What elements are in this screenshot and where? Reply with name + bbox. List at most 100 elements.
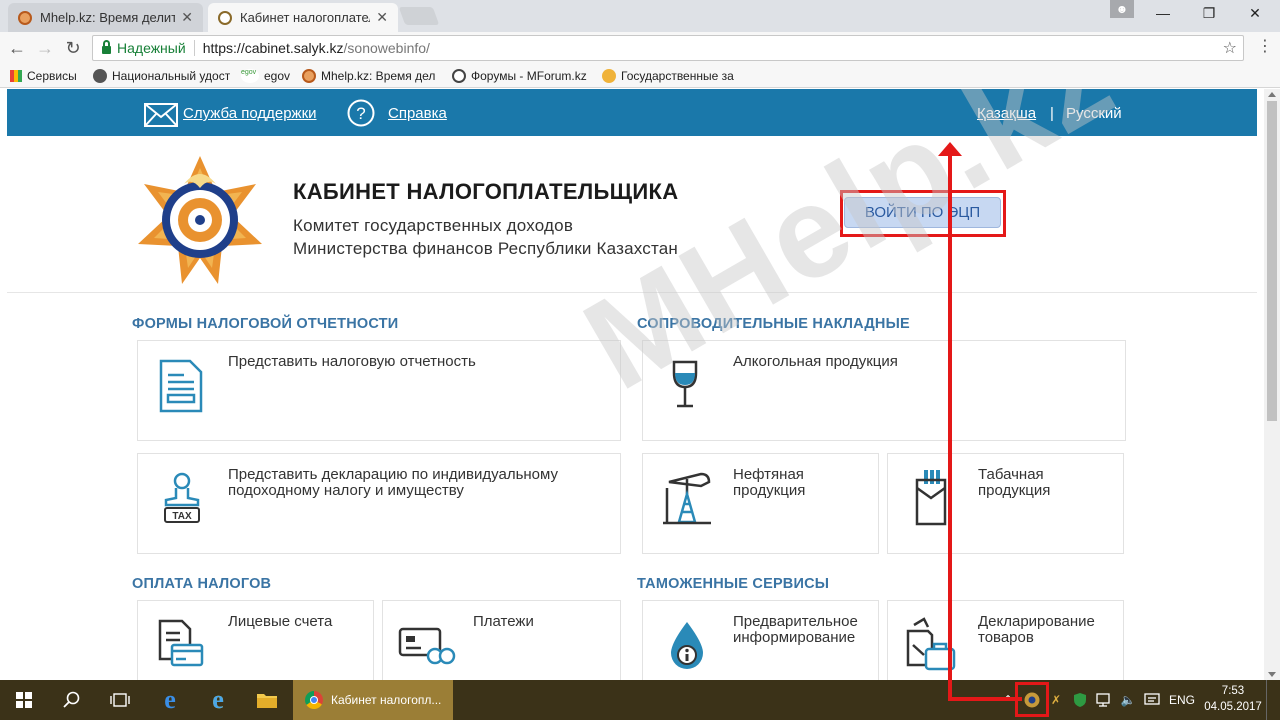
bookmark-egov[interactable]: egov egov [241, 67, 297, 85]
taskbar-chrome-app[interactable]: Кабинет налогопл... [293, 680, 453, 720]
maximize-button[interactable]: ❐ [1186, 0, 1232, 26]
tab-title: Mhelp.kz: Время делит [40, 10, 176, 25]
card-oil[interactable]: Нефтяная продукция [642, 453, 879, 554]
wine-glass-icon [672, 360, 698, 408]
lang-kazakh-link[interactable]: Қазақша [977, 105, 1036, 122]
salyk-favicon-icon [218, 10, 232, 25]
edge-browser-icon[interactable]: e [146, 680, 194, 720]
support-link[interactable]: Служба поддержки [183, 105, 317, 122]
security-shield-tray-icon[interactable] [1070, 680, 1090, 720]
login-ecp-button[interactable]: ВОЙТИ ПО ЭЦП [844, 197, 1001, 228]
taskbar-clock[interactable]: 7:53 04.05.2017 [1200, 683, 1266, 715]
bookmarks-bar: Сервисы Национальный удост egov egov Mhe… [0, 64, 1280, 88]
bookmark-star-icon[interactable]: ☆ [1223, 38, 1237, 58]
bookmark-mhelp[interactable]: Mhelp.kz: Время дел [302, 67, 440, 85]
page-scrollbar[interactable] [1264, 89, 1280, 680]
mhelp-icon [302, 69, 316, 83]
network-tray-icon[interactable] [1094, 680, 1114, 720]
bookmark-label: Mhelp.kz: Время дел [321, 69, 436, 83]
egov-icon: egov [241, 69, 259, 83]
payment-card-coins-icon [398, 627, 456, 665]
card-label-line1: Представить декларацию по индивидуальном… [228, 466, 558, 483]
secure-label: Надежный [117, 40, 186, 56]
kgd-emblem-logo [138, 156, 262, 284]
bookmark-label: egov [264, 69, 291, 83]
card-declaration[interactable]: TAX Представить декларацию по индивидуал… [137, 453, 621, 554]
new-tab-button[interactable] [398, 7, 440, 25]
clock-date: 04.05.2017 [1204, 701, 1262, 713]
svg-text:?: ? [356, 104, 365, 123]
reload-icon[interactable]: ↻ [62, 38, 84, 58]
card-label-line1: Предварительное [733, 613, 858, 630]
scroll-up-arrow-icon[interactable] [1268, 92, 1276, 97]
back-arrow-icon[interactable]: ← [6, 38, 28, 58]
file-explorer-folder-icon[interactable] [243, 680, 291, 720]
scroll-down-arrow-icon[interactable] [1268, 672, 1276, 677]
bookmark-national-cert[interactable]: Национальный удост [93, 67, 230, 85]
card-tobacco[interactable]: Табачная продукция [887, 453, 1124, 554]
show-desktop-button[interactable] [1266, 680, 1280, 720]
address-bar[interactable]: Надежный https://cabinet.salyk.kz /sonow… [92, 35, 1244, 61]
forward-arrow-icon[interactable]: → [34, 38, 56, 58]
section-customs: ТАМОЖЕННЫЕ СЕРВИСЫ [637, 576, 830, 592]
card-label-line1: Декларирование [978, 613, 1095, 630]
user-profile-icon[interactable]: ☻ [1110, 0, 1134, 18]
card-label-line2: продукция [733, 482, 806, 499]
windows-start-icon[interactable] [0, 680, 48, 720]
task-view-icon[interactable] [96, 680, 144, 720]
mhelp-favicon-icon [18, 10, 32, 25]
section-waybills: СОПРОВОДИТЕЛЬНЫЕ НАКЛАДНЫЕ [637, 316, 910, 332]
browser-tab-bar: Mhelp.kz: Время делит ✕ Кабинет налогопл… [0, 0, 1280, 32]
tab-mhelp[interactable]: Mhelp.kz: Время делит ✕ [8, 3, 203, 32]
info-drop-icon [671, 622, 703, 669]
browser-menu-icon[interactable]: ⋮ [1257, 38, 1273, 58]
card-label-line1: Нефтяная [733, 466, 804, 483]
bookmark-label: Форумы - MForum.kz [471, 69, 587, 83]
oil-pump-icon [663, 472, 711, 525]
nuc-icon [93, 69, 107, 83]
goszakup-icon [602, 69, 616, 83]
card-preliminary-info[interactable]: Предварительное информирование [642, 600, 879, 680]
bookmark-mforum[interactable]: Форумы - MForum.kz [452, 67, 589, 85]
tab-title: Кабинет налогоплатель [240, 10, 371, 25]
header-divider [7, 292, 1257, 293]
internet-explorer-icon[interactable]: e [194, 680, 242, 720]
tab-cabinet[interactable]: Кабинет налогоплатель ✕ [208, 3, 398, 32]
web-page: Служба поддержки ? Справка Қазақша | Рус… [0, 89, 1264, 680]
chrome-icon [305, 691, 323, 709]
annotation-arrow-horizontal [948, 697, 1022, 701]
lang-separator: | [1050, 105, 1054, 122]
clock-time: 7:53 [1221, 685, 1245, 697]
card-goods-declaration[interactable]: Декларирование товаров [887, 600, 1124, 680]
card-label-line2: товаров [978, 629, 1034, 646]
card-personal-accounts[interactable]: Лицевые счета [137, 600, 374, 680]
close-window-button[interactable]: ✕ [1232, 0, 1278, 26]
action-center-tray-icon[interactable] [1142, 680, 1162, 720]
tab-close-icon[interactable]: ✕ [181, 9, 193, 26]
tax-icon-label: TAX [172, 511, 192, 522]
tax-stamp-icon: TAX [164, 472, 200, 523]
card-label: Алкогольная продукция [733, 353, 898, 370]
tools-tray-icon[interactable]: ✗ [1048, 680, 1064, 720]
card-payments[interactable]: Платежи [382, 600, 621, 680]
volume-tray-icon[interactable]: 🔈 [1118, 680, 1138, 720]
minimize-button[interactable]: — [1140, 0, 1186, 26]
search-icon[interactable] [48, 680, 96, 720]
lang-russian-link[interactable]: Русский [1066, 105, 1122, 122]
account-card-icon [158, 619, 204, 667]
card-alcohol[interactable]: Алкогольная продукция [642, 340, 1126, 441]
browser-toolbar: ← → ↻ Надежный https://cabinet.salyk.kz … [0, 32, 1280, 64]
card-label: Лицевые счета [228, 613, 333, 630]
mforum-icon [452, 69, 466, 83]
input-language[interactable]: ENG [1166, 680, 1198, 720]
help-link[interactable]: Справка [388, 105, 447, 122]
tab-close-icon[interactable]: ✕ [376, 9, 388, 26]
page-title: КАБИНЕТ НАЛОГОПЛАТЕЛЬЩИКА [293, 179, 679, 204]
bookmark-goszakup[interactable]: Государственные за [602, 67, 739, 85]
card-label: Представить налоговую отчетность [228, 353, 476, 370]
card-submit-report[interactable]: Представить налоговую отчетность [137, 340, 621, 441]
card-label-line2: продукция [978, 482, 1051, 499]
annotation-arrow-vertical [948, 148, 952, 701]
bookmark-services[interactable]: Сервисы [10, 67, 90, 85]
scroll-thumb[interactable] [1267, 101, 1277, 421]
